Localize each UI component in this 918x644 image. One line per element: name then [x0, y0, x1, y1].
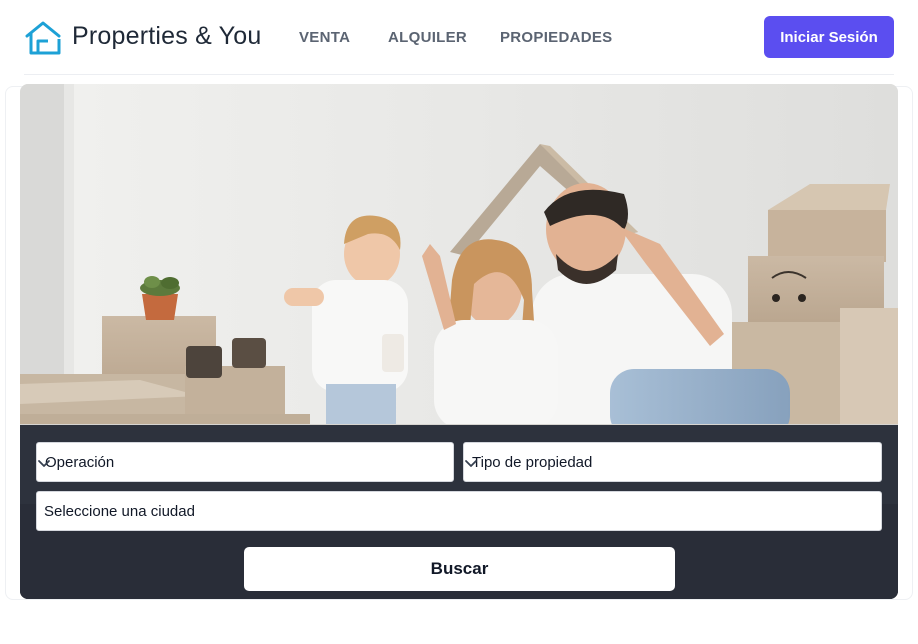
login-button[interactable]: Iniciar Sesión — [764, 16, 894, 58]
property-type-select[interactable]: Tipo de propiedad — [463, 442, 882, 482]
city-input-value: Seleccione una ciudad — [44, 503, 195, 520]
nav-venta[interactable]: VENTA — [299, 29, 350, 46]
top-navbar: Properties & You VENTA ALQUILER PROPIEDA… — [0, 0, 918, 76]
chevron-down-icon — [465, 460, 477, 467]
search-button[interactable]: Buscar — [244, 547, 675, 591]
chevron-down-icon — [38, 460, 50, 467]
header-divider — [24, 74, 894, 75]
property-type-select-value: Tipo de propiedad — [472, 454, 593, 471]
operation-select-value: Operación — [45, 454, 115, 471]
house-logo-icon[interactable] — [24, 19, 62, 57]
operation-select[interactable]: Operación — [36, 442, 454, 482]
nav-propiedades[interactable]: PROPIEDADES — [500, 29, 613, 46]
brand-name[interactable]: Properties & You — [72, 22, 261, 51]
hero-section: Operación Tipo de propiedad Seleccione u… — [20, 84, 898, 599]
city-select-input[interactable]: Seleccione una ciudad — [36, 491, 882, 531]
search-panel: Operación Tipo de propiedad Seleccione u… — [20, 425, 898, 599]
nav-alquiler[interactable]: ALQUILER — [388, 29, 467, 46]
